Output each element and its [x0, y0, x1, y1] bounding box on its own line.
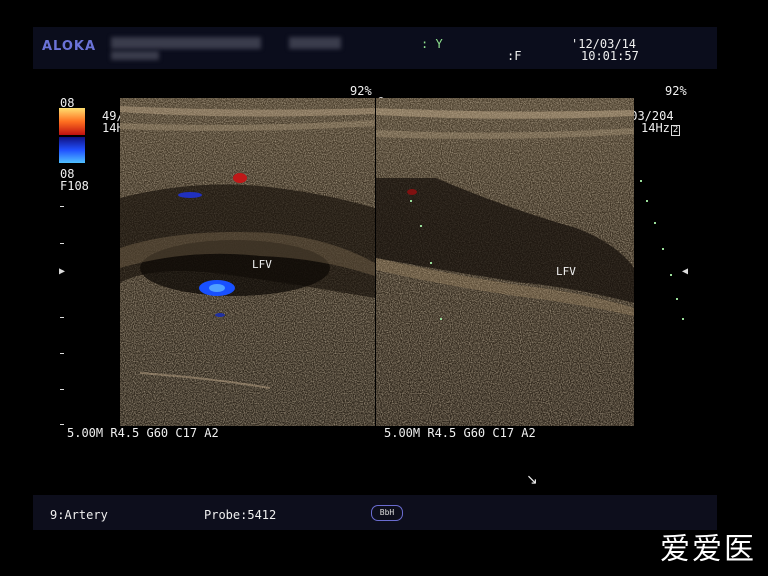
- redacted-patient-name: [111, 37, 261, 49]
- gate-dot: [420, 225, 422, 227]
- right-ultrasound-image: [376, 98, 634, 426]
- probe-label: Probe:5412: [204, 508, 277, 522]
- watermark: 爱爱医: [660, 532, 756, 567]
- info-header: ALOKA : Y :F '12/03/14 10:01:57: [33, 27, 717, 69]
- filter-label: F108: [60, 179, 89, 193]
- redacted-patient-sub: [111, 51, 159, 60]
- field-y: : Y: [421, 37, 443, 51]
- mode-badge[interactable]: BbH: [371, 505, 403, 521]
- right-frame-rate: 14Hz 2: [641, 121, 681, 136]
- redacted-patient-id: [289, 37, 341, 49]
- field-f: :F: [507, 49, 522, 63]
- gate-dot: [640, 180, 642, 182]
- gate-dot: [430, 262, 432, 264]
- gate-dot: [670, 274, 672, 276]
- left-ultrasound-image: [120, 98, 375, 426]
- gate-dot: [646, 200, 648, 202]
- depth-tick: [60, 353, 64, 354]
- left-scan-params: 5.00M R4.5 G60 C17 A2: [67, 426, 219, 440]
- left-power: 92%: [350, 84, 372, 98]
- color-bar-positive: [59, 108, 85, 135]
- gate-dot: [654, 222, 656, 224]
- exam-time: 10:01:57: [581, 49, 639, 63]
- depth-tick: [60, 389, 64, 390]
- left-vessel-label: LFV: [252, 258, 272, 271]
- gate-dot: [440, 318, 442, 320]
- preset-label[interactable]: 9:Artery: [50, 508, 108, 522]
- gate-dot: [662, 248, 664, 250]
- right-power: 92%: [665, 84, 687, 98]
- depth-tick: [60, 424, 64, 425]
- depth-tick: [60, 243, 64, 244]
- depth-tick: [60, 317, 64, 318]
- gate-dot: [410, 200, 412, 202]
- left-focus-arrow-icon: ▶: [59, 266, 66, 277]
- gate-dot: [682, 318, 684, 320]
- right-rate-text: 14Hz: [641, 121, 670, 135]
- color-bar-negative: [59, 137, 85, 163]
- right-frame-box: 2: [670, 125, 681, 136]
- right-vessel-label: LFV: [556, 265, 576, 278]
- depth-tick: [60, 206, 64, 207]
- pointer-arrow-icon[interactable]: ↘: [526, 472, 538, 488]
- gate-dot: [676, 298, 678, 300]
- brand-logo: ALOKA: [42, 39, 97, 54]
- status-footer: 9:Artery Probe:5412 BbH: [33, 495, 717, 530]
- right-scan-params: 5.00M R4.5 G60 C17 A2: [384, 426, 536, 440]
- right-focus-arrow-icon: ◀: [682, 266, 689, 277]
